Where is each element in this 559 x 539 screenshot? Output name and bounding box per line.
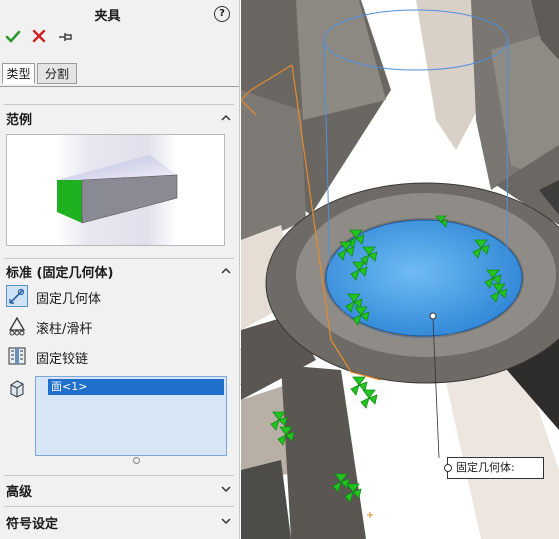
chevron-up-icon[interactable] <box>221 113 231 123</box>
resize-handle[interactable] <box>133 457 140 464</box>
tab-divider <box>0 86 239 87</box>
chevron-down-icon[interactable] <box>221 484 231 494</box>
fixed-geometry-icon <box>6 285 28 307</box>
fixed-geometry-callout[interactable]: 固定几何体: <box>444 457 544 479</box>
callout-anchor-dot <box>444 464 452 472</box>
standard-section-title[interactable]: 标准 (固定几何体) <box>6 262 113 281</box>
roller-slider-icon <box>6 315 28 337</box>
option-label: 固定铰链 <box>36 352 89 367</box>
section-divider <box>4 104 234 105</box>
face-selection-icon <box>10 380 24 398</box>
help-icon[interactable]: ? <box>214 6 230 22</box>
section-divider <box>4 506 234 507</box>
tab-type[interactable]: 类型 <box>2 63 35 84</box>
selection-listbox[interactable]: 面<1> <box>35 376 227 456</box>
example-preview <box>6 134 225 246</box>
tab-split[interactable]: 分割 <box>37 63 77 84</box>
option-roller-slider[interactable]: 滚柱/滑杆 <box>6 315 186 339</box>
option-fixed-hinge[interactable]: 固定铰链 <box>6 345 186 369</box>
advanced-section-title[interactable]: 高级 <box>6 481 32 500</box>
option-label: 滚柱/滑杆 <box>36 322 93 337</box>
option-fixed-geometry[interactable]: 固定几何体 <box>6 285 186 309</box>
property-manager-panel: 夹具 ? 类型 分割 范例 标准 (固定几何体) 固定几何体 滚柱/滑杆 固定铰… <box>0 0 240 539</box>
panel-title: 夹具 <box>94 9 121 24</box>
section-divider <box>4 475 234 476</box>
fixed-hinge-icon <box>6 345 28 367</box>
option-label: 固定几何体 <box>36 292 102 307</box>
cancel-x-icon[interactable] <box>32 29 46 43</box>
pushpin-icon[interactable] <box>58 31 74 43</box>
list-item[interactable]: 面<1> <box>48 379 224 395</box>
chevron-down-icon[interactable] <box>221 516 231 526</box>
accept-check-icon[interactable] <box>5 29 21 45</box>
symbol-settings-section-title[interactable]: 符号设定 <box>6 513 58 532</box>
example-section-title[interactable]: 范例 <box>6 109 32 128</box>
callout-label: 固定几何体: <box>456 461 515 474</box>
section-divider <box>4 258 234 259</box>
chevron-up-icon[interactable] <box>221 266 231 276</box>
example-block-image <box>57 135 178 245</box>
